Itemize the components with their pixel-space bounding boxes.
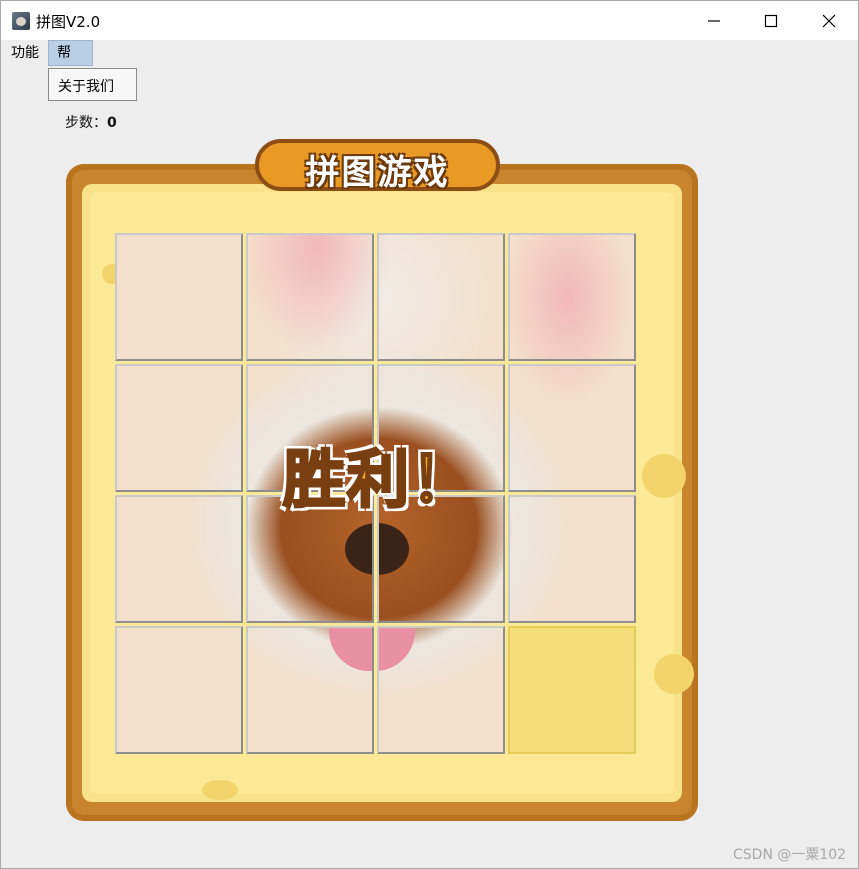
puzzle-tile[interactable]: [115, 233, 243, 361]
maximize-button[interactable]: [742, 1, 800, 40]
cheese-hole: [202, 780, 238, 800]
minimize-icon: [708, 19, 720, 22]
window-title: 拼图V2.0: [36, 13, 101, 31]
watermark: CSDN @一粟102: [733, 847, 847, 863]
menu-about-us[interactable]: 关于我们: [58, 76, 114, 96]
step-counter-value: 0: [107, 115, 117, 131]
victory-overlay: 胜利！ 胜利！: [251, 423, 507, 518]
puzzle-tile[interactable]: [115, 364, 243, 492]
minimize-button[interactable]: [685, 1, 743, 40]
puzzle-app-icon: [12, 12, 30, 30]
close-icon: [822, 14, 836, 27]
cheese-hole: [642, 454, 686, 498]
puzzle-tile[interactable]: [246, 626, 374, 754]
puzzle-tile[interactable]: [115, 626, 243, 754]
game-title-banner: 拼图游戏: [255, 131, 500, 197]
game-title: 拼图游戏: [305, 153, 450, 193]
puzzle-tile[interactable]: [115, 495, 243, 623]
step-counter-label: 步数：: [65, 115, 107, 131]
menu-help[interactable]: 帮助: [48, 40, 93, 85]
menu-bar: 功能 帮助: [1, 40, 858, 85]
puzzle-tile[interactable]: [246, 233, 374, 361]
title-bar: 拼图V2.0: [1, 1, 858, 40]
maximize-icon: [764, 14, 778, 27]
close-button[interactable]: [800, 1, 858, 40]
victory-text-outline: 胜利！: [281, 442, 475, 518]
app-window: 拼图V2.0 功能 帮助 关于我们 步数：0 拼图游戏: [0, 0, 859, 869]
puzzle-tile[interactable]: [377, 233, 505, 361]
empty-tile[interactable]: [508, 626, 636, 754]
menu-function[interactable]: 功能: [3, 40, 47, 66]
puzzle-tile[interactable]: [508, 233, 636, 361]
step-counter: 步数：0: [65, 112, 117, 132]
puzzle-tile[interactable]: [377, 626, 505, 754]
help-dropdown: 关于我们: [48, 68, 137, 101]
cheese-hole: [654, 654, 694, 694]
puzzle-tile[interactable]: [508, 364, 636, 492]
puzzle-tile[interactable]: [508, 495, 636, 623]
